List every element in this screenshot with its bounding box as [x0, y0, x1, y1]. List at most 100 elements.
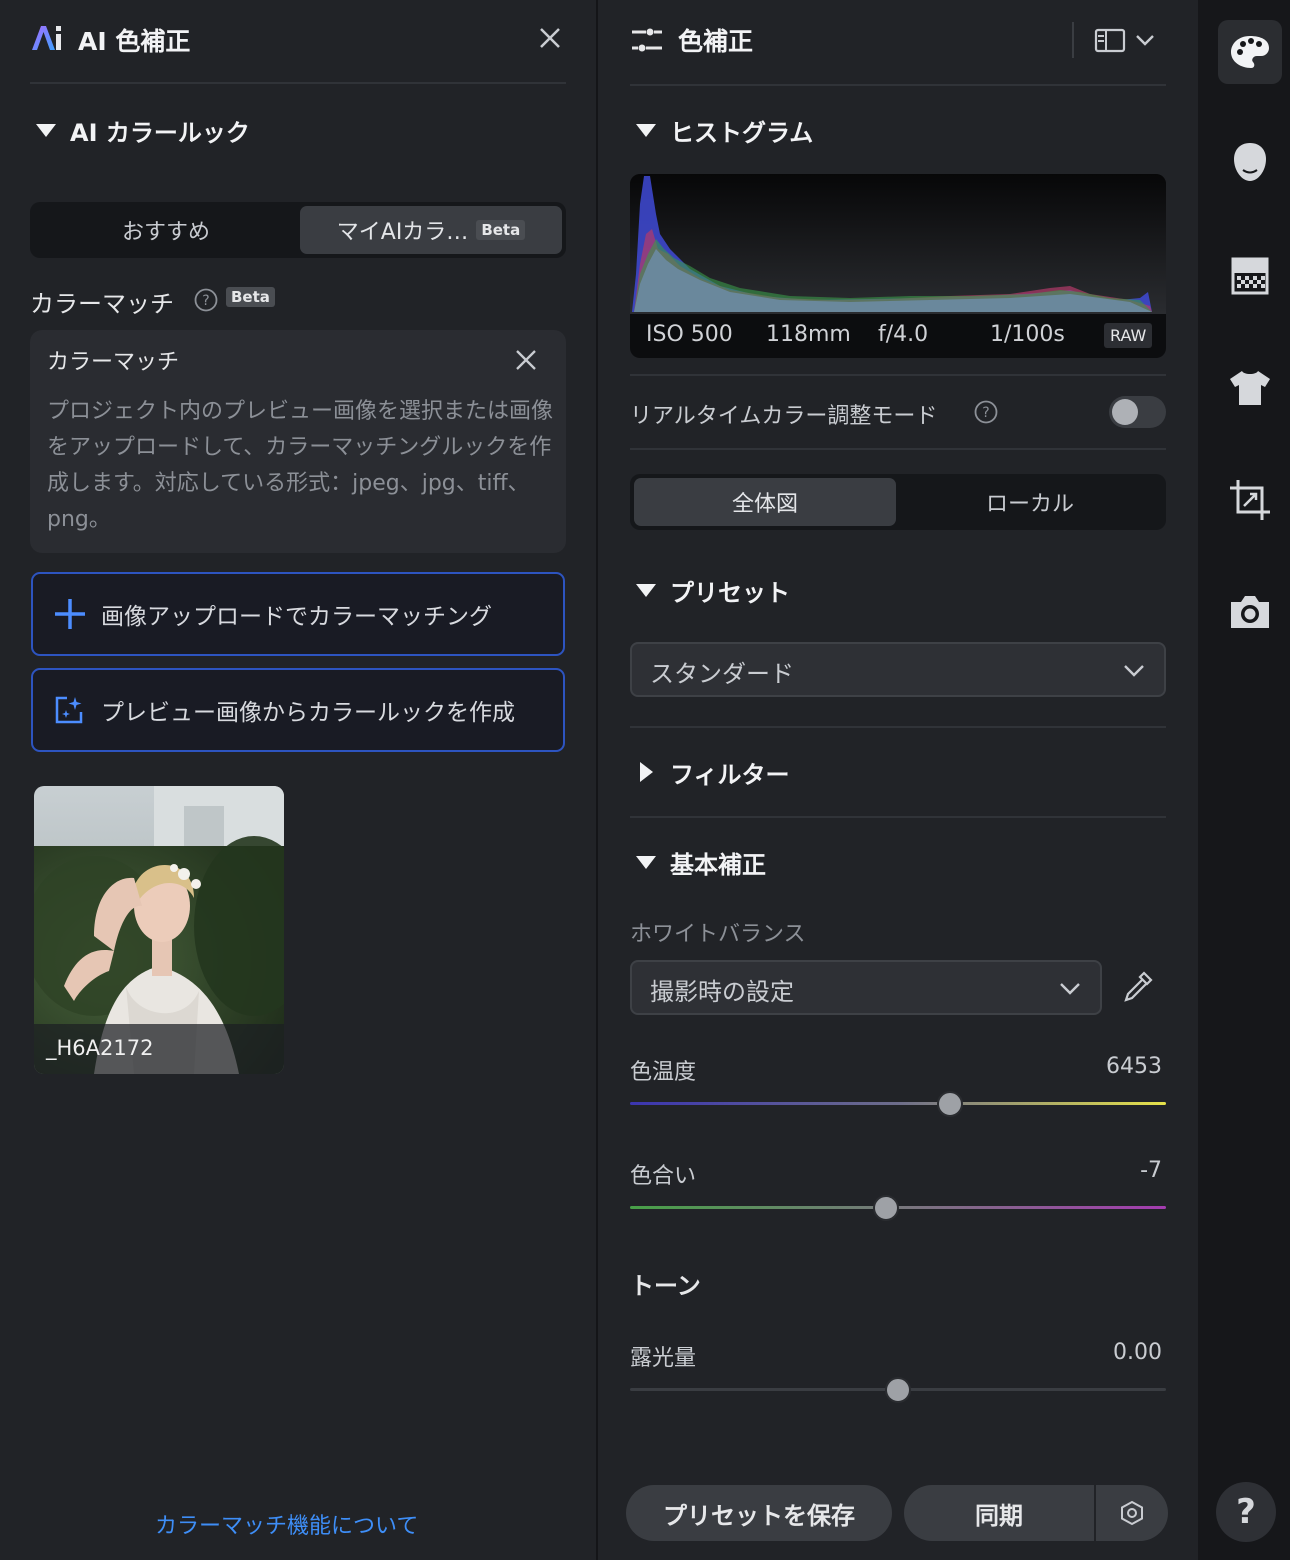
- rail-palette-button[interactable]: [1218, 20, 1282, 84]
- realtime-mode-toggle[interactable]: [1109, 396, 1166, 428]
- info-card-title: カラーマッチ: [47, 350, 180, 375]
- tint-value[interactable]: -7: [1062, 1158, 1162, 1183]
- divider: [630, 726, 1166, 728]
- sliders-icon: [630, 26, 664, 54]
- temperature-value[interactable]: 6453: [1062, 1054, 1162, 1079]
- color-match-info-card: カラーマッチ プロジェクト内のプレビュー画像を選択または画像をアップロードして、…: [30, 330, 566, 553]
- svg-text:?: ?: [202, 293, 209, 309]
- help-button[interactable]: ?: [1216, 1482, 1276, 1542]
- save-preset-label: プリセットを保存: [663, 1501, 855, 1530]
- color-match-label: カラーマッチ: [30, 290, 174, 318]
- panel-title: AI 色補正: [78, 27, 191, 56]
- realtime-mode-label: リアルタイムカラー調整モード: [630, 404, 938, 429]
- chevron-down-icon: [1122, 660, 1146, 680]
- section-title-histogram[interactable]: ヒストグラム: [670, 113, 813, 148]
- sync-label: 同期: [975, 1501, 1023, 1530]
- look-tabs: おすすめ マイAIカラ… Beta: [30, 202, 566, 258]
- preset-dropdown[interactable]: スタンダード: [630, 642, 1166, 697]
- tab-my-ai-color[interactable]: マイAIカラ… Beta: [300, 206, 562, 254]
- upload-button-label: 画像アップロードでカラーマッチング: [101, 604, 492, 630]
- panel-title: 色補正: [678, 27, 754, 56]
- face-icon: [1234, 143, 1266, 181]
- section-title-filter[interactable]: フィルター: [670, 755, 790, 790]
- white-balance-dropdown[interactable]: 撮影時の設定: [630, 960, 1102, 1015]
- create-look-from-preview-button[interactable]: プレビュー画像からカラールックを作成: [31, 668, 565, 752]
- view-tabs: 全体図 ローカル: [630, 474, 1166, 530]
- temperature-label: 色温度: [630, 1060, 697, 1085]
- beta-badge: Beta: [226, 287, 275, 307]
- exposure-value[interactable]: 0.00: [1062, 1340, 1162, 1365]
- exif-aperture: f/4.0: [878, 322, 929, 347]
- rail-shirt-button[interactable]: [1218, 356, 1282, 420]
- divider: [630, 816, 1166, 818]
- toggle-knob: [1112, 399, 1138, 425]
- rail-face-button[interactable]: [1218, 130, 1282, 194]
- tab-label: 全体図: [731, 492, 798, 517]
- close-icon[interactable]: [538, 26, 562, 50]
- tab-local[interactable]: ローカル: [898, 478, 1162, 526]
- white-balance-label: ホワイトバランス: [630, 922, 806, 947]
- hexagon-settings-icon: [1121, 1500, 1143, 1526]
- section-title-preset[interactable]: プリセット: [670, 573, 790, 608]
- chevron-down-icon: [1058, 978, 1082, 998]
- histogram: ISO 500 118mm f/4.0 1/100s RAW: [630, 174, 1166, 358]
- temperature-slider-track[interactable]: [630, 1102, 1166, 1105]
- preset-value: スタンダード: [650, 660, 794, 688]
- collapse-triangle-icon[interactable]: [636, 124, 656, 137]
- sync-button[interactable]: 同期: [904, 1485, 1094, 1541]
- section-title-ai-color-look[interactable]: AI カラールック: [70, 113, 250, 148]
- tab-label: マイAIカラ…: [336, 220, 469, 245]
- divider: [630, 84, 1166, 86]
- help-circle-icon[interactable]: ?: [974, 400, 998, 424]
- exif-shutter: 1/100s: [990, 322, 1065, 347]
- beta-badge: Beta: [476, 220, 526, 240]
- layout-toggle-button[interactable]: [1094, 26, 1160, 54]
- divider: [630, 448, 1166, 450]
- help-circle-icon[interactable]: ?: [194, 288, 218, 312]
- tab-global[interactable]: 全体図: [634, 478, 896, 526]
- preview-thumbnail[interactable]: _H6A2172: [34, 786, 284, 1074]
- tone-subtitle: トーン: [630, 1272, 701, 1300]
- sync-settings-button[interactable]: [1096, 1485, 1168, 1541]
- preview-button-label: プレビュー画像からカラールックを作成: [101, 700, 515, 726]
- tint-slider-knob[interactable]: [872, 1195, 899, 1221]
- exif-iso: ISO 500: [646, 322, 733, 347]
- exif-focal-length: 118mm: [766, 322, 851, 347]
- collapse-triangle-icon[interactable]: [36, 124, 56, 137]
- tab-recommended[interactable]: おすすめ: [34, 206, 298, 254]
- close-icon[interactable]: [514, 348, 538, 372]
- gradient-icon: [1231, 257, 1269, 295]
- sparkle-image-icon: [53, 694, 85, 726]
- divider: [630, 374, 1166, 376]
- eyedropper-icon[interactable]: [1122, 970, 1154, 1004]
- save-preset-button[interactable]: プリセットを保存: [626, 1485, 892, 1541]
- rail-gradient-button[interactable]: [1218, 244, 1282, 308]
- tool-rail: [1198, 0, 1290, 1560]
- plus-icon: [53, 597, 87, 631]
- collapse-triangle-icon[interactable]: [636, 856, 656, 869]
- rail-camera-button[interactable]: [1218, 580, 1282, 644]
- camera-icon: [1231, 596, 1269, 628]
- raw-badge: RAW: [1104, 323, 1153, 348]
- temperature-slider-knob[interactable]: [936, 1091, 963, 1117]
- collapse-triangle-icon[interactable]: [636, 584, 656, 597]
- upload-color-match-button[interactable]: 画像アップロードでカラーマッチング: [31, 572, 565, 656]
- ai-color-panel: AI 色補正 AI カラールック おすすめ マイAIカラ… Beta カラーマッ…: [0, 0, 596, 1560]
- exposure-slider-knob[interactable]: [885, 1377, 911, 1403]
- info-card-body: プロジェクト内のプレビュー画像を選択または画像をアップロードして、カラーマッチン…: [47, 399, 554, 532]
- white-balance-value: 撮影時の設定: [650, 978, 794, 1006]
- help-glyph: ?: [1236, 1492, 1256, 1532]
- thumbnail-caption-bar: _H6A2172: [34, 1024, 284, 1074]
- divider: [30, 82, 566, 84]
- color-match-about-link[interactable]: カラーマッチ機能について: [155, 1508, 418, 1540]
- expand-triangle-icon[interactable]: [640, 762, 653, 782]
- thumbnail-filename: _H6A2172: [46, 1036, 154, 1060]
- section-title-basic[interactable]: 基本補正: [670, 845, 766, 880]
- tab-label: おすすめ: [121, 220, 210, 245]
- tab-label: ローカル: [985, 492, 1074, 517]
- rail-crop-button[interactable]: [1218, 468, 1282, 532]
- exposure-label: 露光量: [630, 1346, 697, 1371]
- divider: [1072, 22, 1074, 58]
- panel-layout-icon: [1094, 28, 1154, 53]
- ai-logo-icon: [30, 22, 64, 54]
